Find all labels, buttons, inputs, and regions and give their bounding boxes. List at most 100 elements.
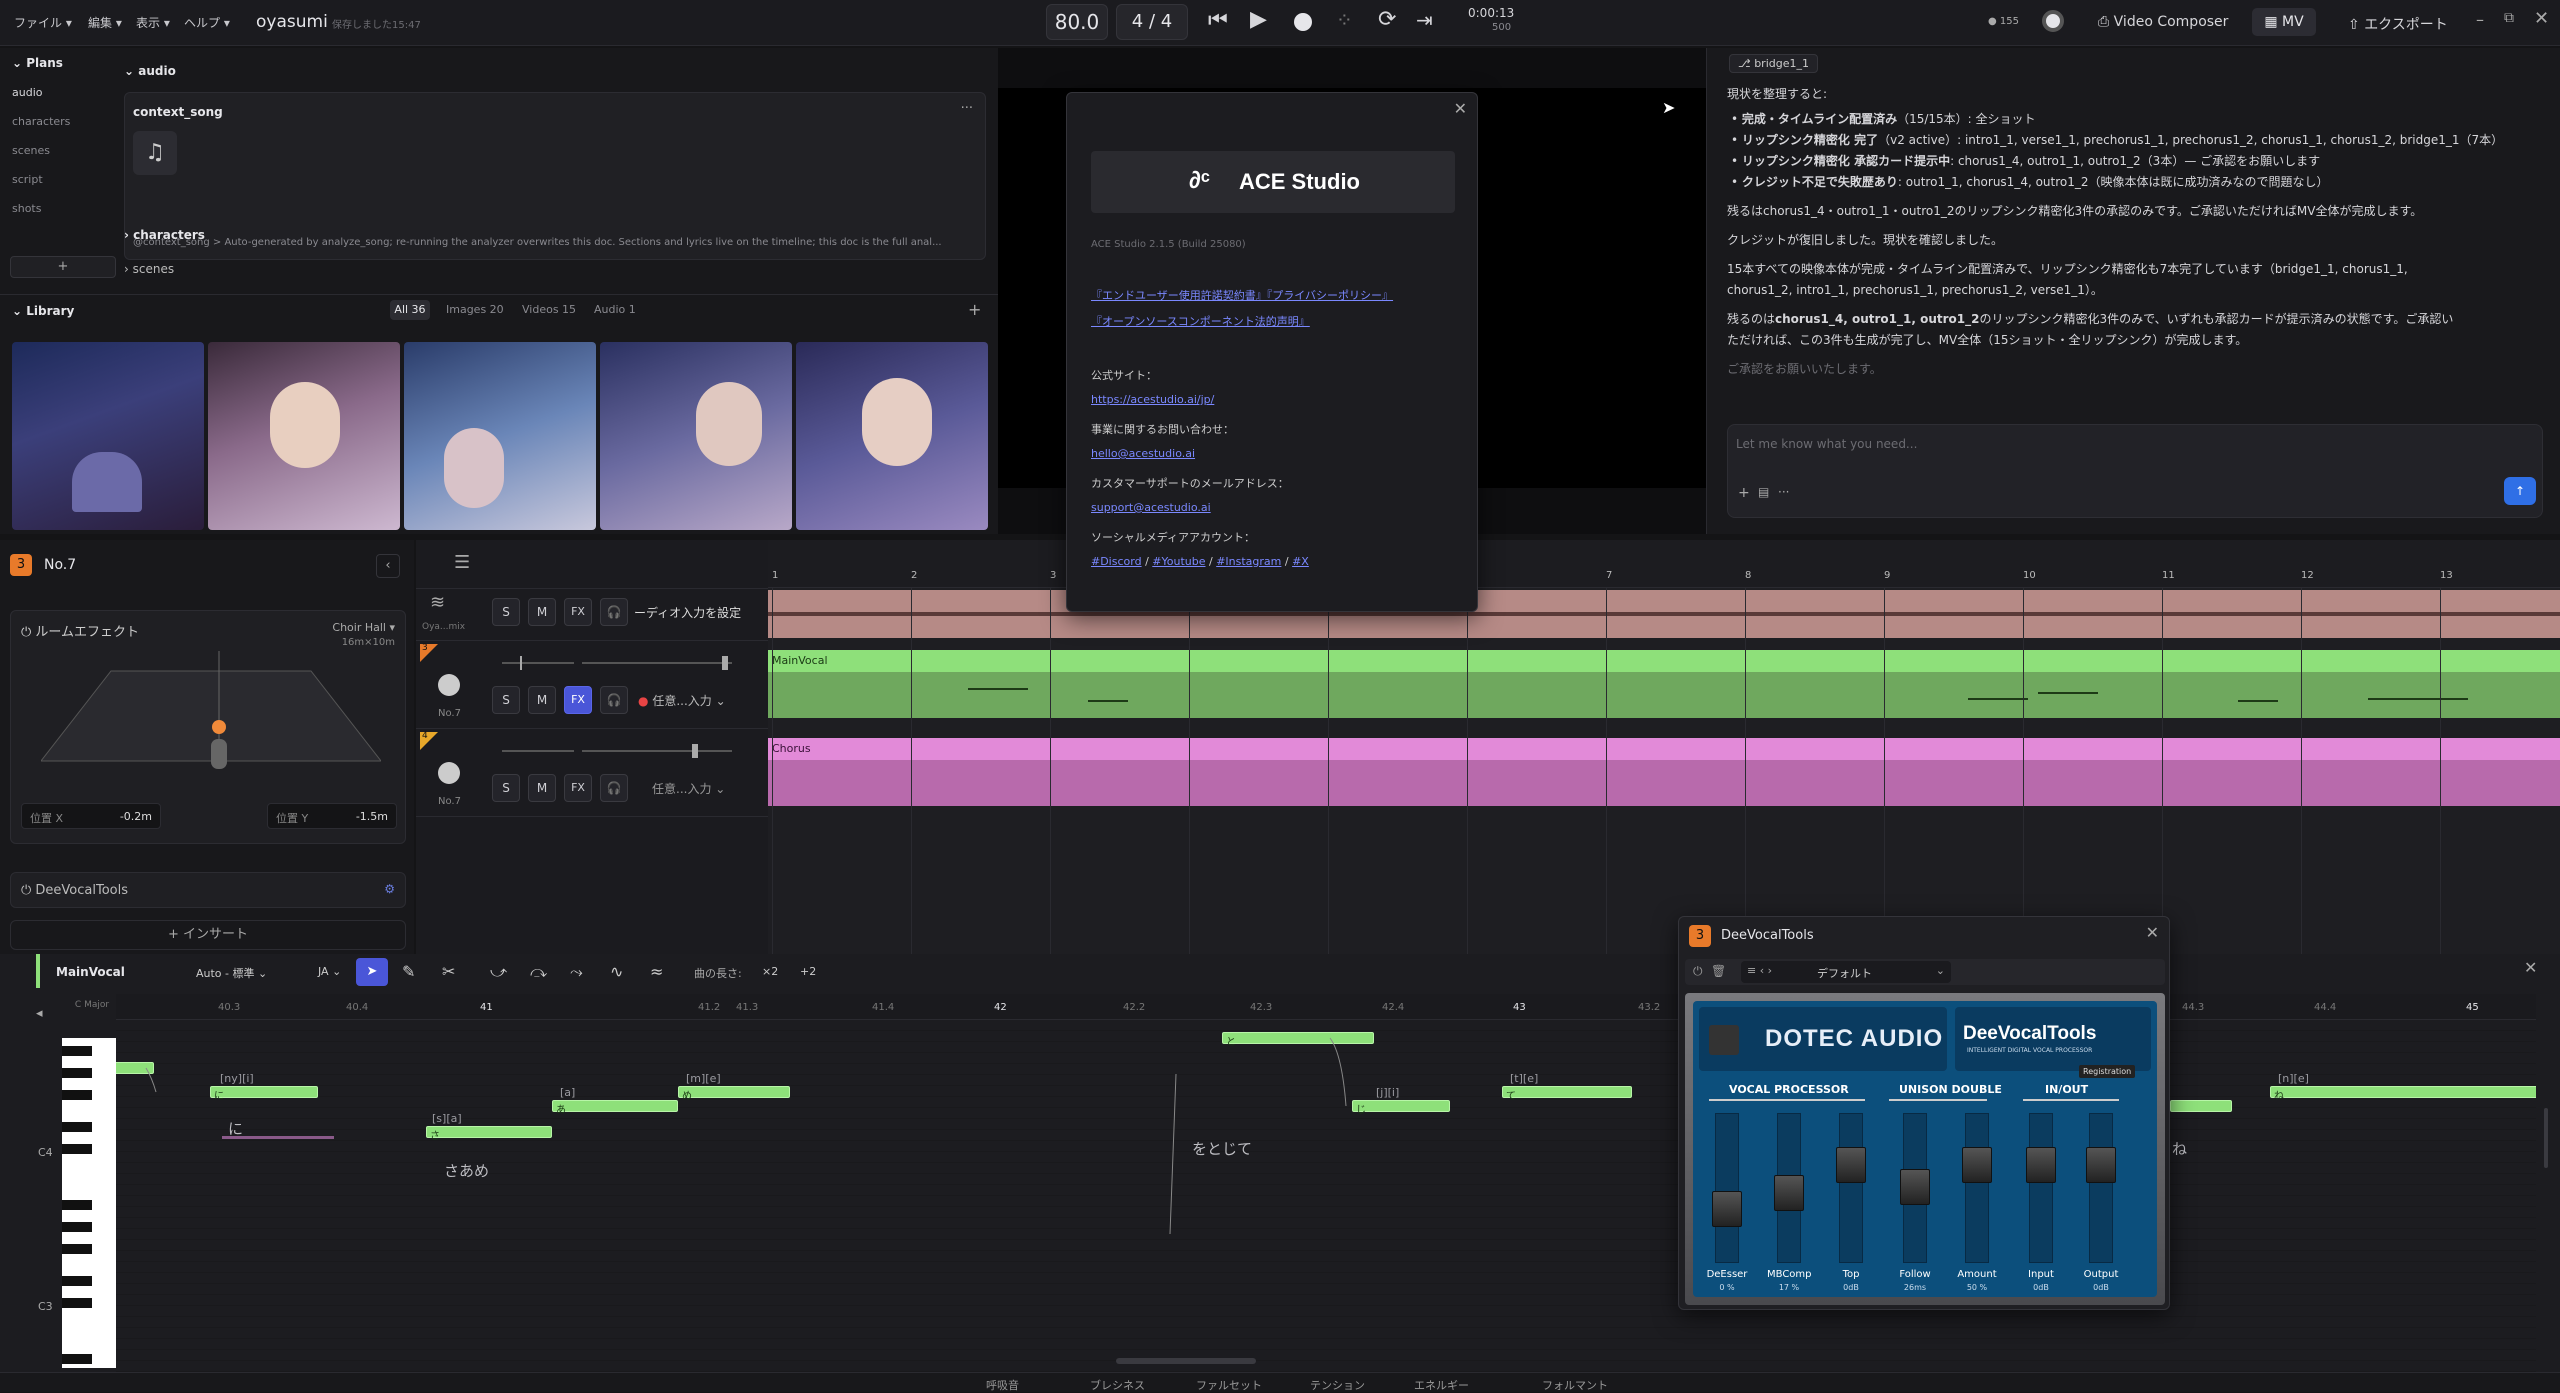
- close-icon[interactable]: ✕: [1454, 99, 1467, 118]
- youtube-link[interactable]: #Youtube: [1152, 555, 1205, 568]
- export-button[interactable]: ⇧ エクスポート: [2348, 14, 2448, 34]
- solo-button[interactable]: S: [492, 774, 520, 802]
- fader-knob[interactable]: [1900, 1169, 1930, 1205]
- context-tag[interactable]: ⎇ bridge1_1: [1729, 54, 1818, 73]
- chat-input[interactable]: Let me know what you need...: [1736, 437, 1917, 451]
- eula-link[interactable]: 『エンドユーザー使用許諾契約書』『プライバシーポリシー』: [1091, 287, 1393, 303]
- library-add-icon[interactable]: +: [968, 300, 981, 319]
- document-icon[interactable]: ▤: [1758, 485, 1769, 499]
- speaker-icon[interactable]: ◂: [36, 1006, 43, 1021]
- key-label[interactable]: C Major: [72, 1000, 112, 1010]
- param-tab-breathiness[interactable]: ブレシネス: [1090, 1377, 1145, 1393]
- registration-button[interactable]: Registration: [2079, 1065, 2136, 1078]
- insert-button[interactable]: + インサート: [10, 920, 406, 950]
- vertical-scrollbar[interactable]: [2544, 1108, 2548, 1168]
- library-thumbnail[interactable]: [796, 342, 988, 530]
- mute-button[interactable]: M: [528, 774, 556, 802]
- plans-item-script[interactable]: script: [12, 173, 43, 186]
- solo-button[interactable]: S: [492, 598, 520, 626]
- fx-button[interactable]: FX: [564, 598, 592, 626]
- fader-amount[interactable]: [1962, 1113, 1992, 1263]
- param-tab-breath[interactable]: 呼吸音: [986, 1377, 1019, 1393]
- plans-item-shots[interactable]: shots: [12, 202, 41, 215]
- monitor-icon[interactable]: 🎧: [600, 686, 628, 714]
- site-link[interactable]: https://acestudio.ai/jp/: [1091, 393, 1214, 406]
- fader-knob[interactable]: [1836, 1147, 1866, 1183]
- menu-file[interactable]: ファイル ▾: [14, 14, 72, 31]
- avatar[interactable]: [2042, 10, 2064, 32]
- oss-link[interactable]: 『オープンソースコンポーネント法的声明』: [1091, 313, 1310, 329]
- library-thumbnail[interactable]: [404, 342, 596, 530]
- timeline-ruler[interactable]: 12345678910111213: [768, 540, 2560, 588]
- pencil-icon[interactable]: ✎: [402, 962, 415, 981]
- menu-view[interactable]: 表示 ▾: [136, 14, 170, 31]
- mv-button[interactable]: ▦ MV: [2252, 8, 2316, 36]
- power-icon[interactable]: ⏻: [1693, 964, 1703, 979]
- fader-knob[interactable]: [1962, 1147, 1992, 1183]
- input-select[interactable]: ーディオ入力を設定: [634, 604, 741, 621]
- input-select[interactable]: ● 任意...入力 ⌄: [638, 692, 726, 709]
- fader-knob[interactable]: [1774, 1175, 1804, 1211]
- room-preset-select[interactable]: Choir Hall ▾: [332, 621, 395, 634]
- vibrato-icon[interactable]: ∿: [610, 962, 623, 981]
- pitch-tool-icon[interactable]: ⤻: [490, 962, 507, 982]
- support-email-link[interactable]: support@acestudio.ai: [1091, 501, 1211, 514]
- length-x2-button[interactable]: ×2: [762, 965, 778, 978]
- voice-avatar[interactable]: [438, 762, 460, 784]
- grid-icon[interactable]: ⁘: [1336, 8, 1353, 32]
- follow-icon[interactable]: ⇥: [1416, 8, 1433, 32]
- param-tab-energy[interactable]: エネルギー: [1414, 1377, 1469, 1393]
- characters-section[interactable]: › characters: [124, 228, 205, 242]
- menu-edit[interactable]: 編集 ▾: [88, 14, 122, 31]
- fader-knob[interactable]: [1712, 1191, 1742, 1227]
- settings-icon[interactable]: ⚙: [384, 882, 395, 896]
- power-switch[interactable]: [1709, 1025, 1739, 1055]
- fader-deesser[interactable]: [1712, 1113, 1742, 1263]
- position-y-field[interactable]: 位置 Y -1.5m: [267, 803, 397, 829]
- clip-chorus[interactable]: Chorus: [768, 738, 2560, 760]
- monitor-icon[interactable]: 🎧: [600, 774, 628, 802]
- param-tab-falsetto[interactable]: ファルセット: [1196, 1377, 1262, 1393]
- record-icon[interactable]: [1294, 13, 1312, 31]
- clip-chorus-notes[interactable]: [768, 760, 2560, 806]
- solo-button[interactable]: S: [492, 686, 520, 714]
- room-effect-title[interactable]: ⏻ ルームエフェクト: [21, 621, 139, 640]
- send-button[interactable]: ↑: [2504, 477, 2536, 505]
- minimize-icon[interactable]: –: [2476, 10, 2484, 29]
- length-plus-button[interactable]: +2: [800, 965, 816, 978]
- fx-button[interactable]: FX: [564, 686, 592, 714]
- library-thumbnail[interactable]: [600, 342, 792, 530]
- library-title[interactable]: ⌄ Library: [12, 304, 74, 318]
- library-tab-videos[interactable]: Videos 15: [522, 303, 576, 316]
- collapse-icon[interactable]: ‹: [376, 554, 400, 578]
- mute-button[interactable]: M: [528, 686, 556, 714]
- param-tab-tension[interactable]: テンション: [1310, 1377, 1365, 1393]
- maximize-icon[interactable]: ⧉: [2504, 10, 2514, 26]
- project-name[interactable]: oyasumi: [256, 12, 328, 32]
- close-editor-icon[interactable]: ✕: [2524, 958, 2537, 977]
- more-icon[interactable]: ···: [961, 101, 973, 116]
- library-thumbnail[interactable]: [12, 342, 204, 530]
- volume-slider[interactable]: [502, 662, 574, 664]
- audio-clip-mix[interactable]: [768, 590, 2560, 638]
- select-tool-icon[interactable]: ➤: [356, 958, 388, 986]
- play-icon[interactable]: ▶: [1250, 7, 1267, 32]
- menu-icon[interactable]: ☰: [454, 552, 470, 573]
- attach-icon[interactable]: +: [1738, 485, 1750, 501]
- wave-icon[interactable]: ≈: [650, 962, 663, 981]
- chat-input-box[interactable]: Let me know what you need... + ▤ ··· ↑: [1727, 424, 2543, 518]
- library-thumbnail[interactable]: [208, 342, 400, 530]
- plans-item-characters[interactable]: characters: [12, 115, 70, 128]
- arrange-view[interactable]: 12345678910111213 MainVocal Chorus: [768, 540, 2560, 960]
- scenes-section[interactable]: › scenes: [124, 262, 174, 276]
- delete-icon[interactable]: 🗑: [1711, 964, 1726, 978]
- fader-knob[interactable]: [2086, 1147, 2116, 1183]
- library-tab-all[interactable]: All 36: [390, 300, 430, 320]
- fader-input[interactable]: [2026, 1113, 2056, 1263]
- plans-item-audio[interactable]: audio: [12, 86, 42, 99]
- param-tab-formant[interactable]: フォルマント: [1542, 1377, 1608, 1393]
- fx-button[interactable]: FX: [564, 774, 592, 802]
- mode-select[interactable]: Auto - 標準 ⌄: [196, 965, 267, 981]
- loop-icon[interactable]: ⟳: [1378, 7, 1396, 32]
- biz-email-link[interactable]: hello@acestudio.ai: [1091, 447, 1195, 460]
